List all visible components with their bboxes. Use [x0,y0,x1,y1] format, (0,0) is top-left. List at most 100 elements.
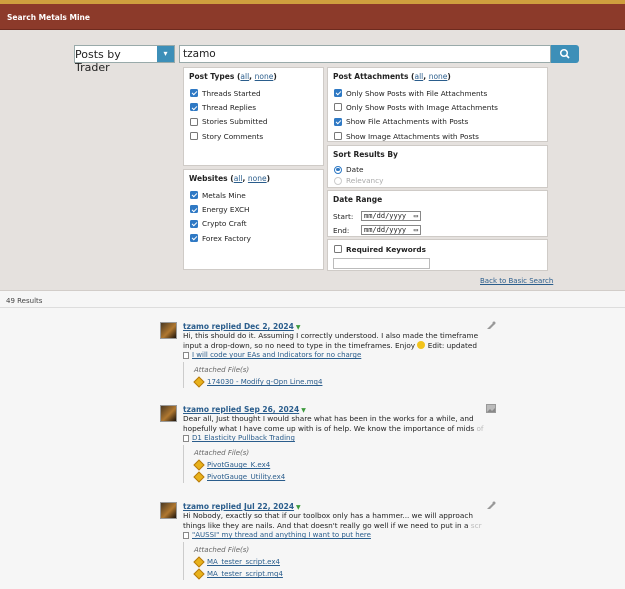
file-icon [193,471,205,483]
post-item: tzamo replied Sep 26, 2024 ▼ Dear all, Ju… [160,404,500,485]
end-date-input[interactable]: mm/dd/yyyy ▭ [361,225,421,235]
sort-heading: Sort Results By [333,150,398,159]
post-types-box: Post Types (all, none) Threads Started T… [183,67,324,166]
end-date-row: End: mm/dd/yyyy ▭ [333,223,542,237]
stories-submitted-option[interactable]: Stories Submitted [189,115,318,129]
thread-replies-checkbox[interactable] [190,103,198,112]
date-range-heading: Date Range [333,195,383,204]
attachment-link[interactable]: 174030 - Modify g-Opn Line.mq4 [193,376,322,388]
search-button[interactable] [551,45,579,63]
thread-replies-option[interactable]: Thread Replies [189,100,318,114]
story-comments-checkbox[interactable] [190,132,198,141]
avatar[interactable] [160,405,177,422]
thread-icon [183,351,189,359]
sort-date-radio[interactable] [334,165,342,174]
attachment-link[interactable]: MA_tester_script.mq4 [193,568,283,580]
threads-started-checkbox[interactable] [190,89,198,98]
show-image-attachments-option[interactable]: Show Image Attachments with Posts [333,129,542,143]
file-icon [193,568,205,580]
post-item: tzamo replied Dec 2, 2024 ▼ Hi, this shou… [160,321,500,392]
sort-relevancy-option: Relevancy [333,175,542,186]
image-icon [486,404,496,413]
websites-box: Websites (all, none) Metals Mine Energy … [183,169,324,270]
chevron-down-icon[interactable]: ▾ [157,46,174,62]
required-keywords-option[interactable]: Required Keywords [333,244,542,254]
search-icon [559,48,570,59]
attached-files: Attached File(s) PivotGauge_K.ex4 PivotG… [183,445,285,483]
show-image-attachments-checkbox[interactable] [334,132,342,141]
chevron-down-icon[interactable]: ▼ [301,407,306,414]
attachment-link[interactable]: PivotGauge_K.ex4 [193,459,285,471]
thread-link[interactable]: D1 Elasticity Pullback Trading [183,434,295,442]
file-icon [193,459,205,471]
post-types-all-link[interactable]: all [240,72,249,81]
show-file-attachments-checkbox[interactable] [334,117,342,126]
metals-mine-checkbox[interactable] [190,191,198,200]
websites-all-link[interactable]: all [234,174,243,183]
website-crypto-craft-option[interactable]: Crypto Craft [189,217,318,231]
page-title: Search Metals Mine [7,13,90,22]
story-comments-option[interactable]: Story Comments [189,129,318,143]
date-range-box: Date Range Start: mm/dd/yyyy ▭ End: mm/dd/y… [327,190,548,237]
chevron-down-icon[interactable]: ▼ [296,504,301,511]
website-energy-exch-option[interactable]: Energy EXCH [189,202,318,216]
avatar[interactable] [160,502,177,519]
post-title-link[interactable]: tzamo replied Sep 26, 2024 ▼ [183,405,306,414]
keywords-input[interactable] [333,258,430,269]
file-attachments-only-checkbox[interactable] [334,89,342,98]
file-attachments-only-option[interactable]: Only Show Posts with File Attachments [333,86,542,100]
website-forex-factory-option[interactable]: Forex Factory [189,231,318,245]
sort-box: Sort Results By Date Relevancy [327,145,548,188]
attachments-all-link[interactable]: all [414,72,423,81]
start-date-input[interactable]: mm/dd/yyyy ▭ [361,211,421,221]
post-types-heading: Post Types (all, none) [189,72,277,81]
thread-icon [183,434,189,442]
required-keywords-checkbox[interactable] [334,245,342,253]
results-count: 49 Results [6,297,43,305]
search-input[interactable] [179,45,551,63]
energy-exch-checkbox[interactable] [190,205,198,214]
forex-factory-checkbox[interactable] [190,234,198,243]
post-attachments-box: Post Attachments (all, none) Only Show P… [327,67,548,142]
back-to-basic-search-link[interactable]: Back to Basic Search [480,277,553,285]
title-bar: Search Metals Mine [0,4,625,30]
websites-heading: Websites (all, none) [189,174,271,183]
avatar[interactable] [160,322,177,339]
search-type-select[interactable]: Posts by Trader ▾ [74,45,175,74]
threads-started-option[interactable]: Threads Started [189,86,318,100]
thread-link[interactable]: "AUSSI" my thread and anything I want to… [183,531,371,539]
attached-files: Attached File(s) 174030 - Modify g-Opn L… [183,362,322,388]
divider [0,307,625,308]
keywords-box: Required Keywords [327,239,548,271]
post-excerpt: Dear all, Just thought I would share wha… [183,414,484,433]
start-date-row: Start: mm/dd/yyyy ▭ [333,209,542,223]
chevron-down-icon[interactable]: ▼ [296,324,301,331]
attachment-link[interactable]: PivotGauge_Utility.ex4 [193,471,285,483]
calendar-icon[interactable]: ▭ [414,212,418,220]
crypto-craft-checkbox[interactable] [190,219,198,228]
sort-date-option[interactable]: Date [333,164,542,175]
post-attachments-heading: Post Attachments (all, none) [333,72,451,81]
post-title-link[interactable]: tzamo replied Dec 2, 2024 ▼ [183,322,301,331]
website-metals-mine-option[interactable]: Metals Mine [189,188,318,202]
image-attachments-only-option[interactable]: Only Show Posts with Image Attachments [333,100,542,114]
attached-files: Attached File(s) MA_tester_script.ex4 MA… [183,542,283,580]
attachments-none-link[interactable]: none [429,72,448,81]
websites-none-link[interactable]: none [248,174,267,183]
post-types-none-link[interactable]: none [255,72,274,81]
show-file-attachments-option[interactable]: Show File Attachments with Posts [333,115,542,129]
thread-icon [183,531,189,539]
search-type-value: Posts by Trader [75,48,121,74]
thread-link[interactable]: I will code your EAs and Indicators for … [183,351,361,359]
image-attachments-only-checkbox[interactable] [334,103,342,112]
attachment-icon [487,321,496,329]
attachment-icon [487,501,496,509]
stories-submitted-checkbox[interactable] [190,117,198,126]
advanced-search-panel: Posts by Trader ▾ Post Types (all, none)… [0,30,625,291]
post-title-link[interactable]: tzamo replied Jul 22, 2024 ▼ [183,502,301,511]
file-icon [193,556,205,568]
attachment-link[interactable]: MA_tester_script.ex4 [193,556,283,568]
sort-relevancy-radio [334,176,342,185]
calendar-icon[interactable]: ▭ [414,226,418,234]
post-excerpt: Hi, this should do it. Assuming I correc… [183,331,479,350]
